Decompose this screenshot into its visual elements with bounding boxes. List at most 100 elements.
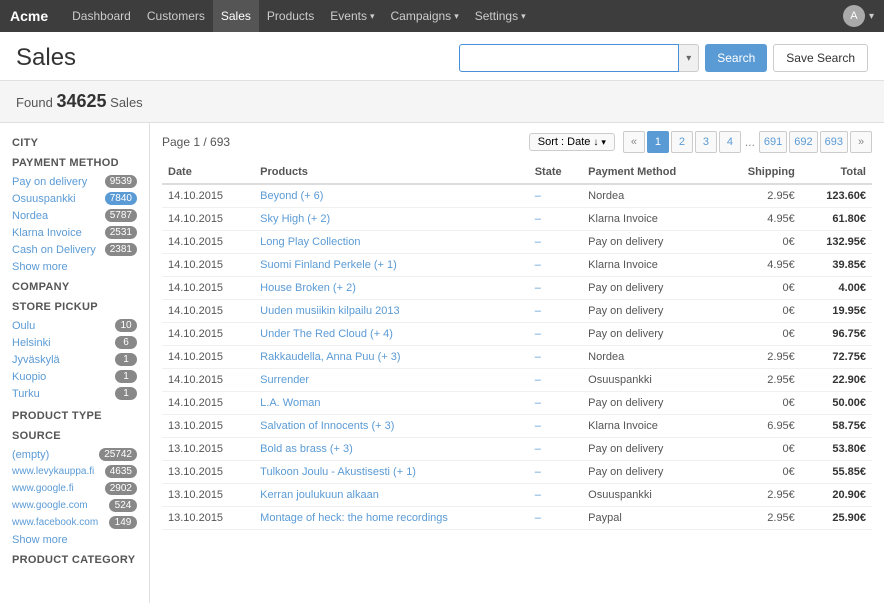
filter-item[interactable]: Osuuspankki 7840 bbox=[12, 190, 137, 207]
cell-state: – bbox=[529, 323, 582, 346]
table-row: 13.10.2015 Montage of heck: the home rec… bbox=[162, 507, 872, 530]
found-bar: Found 34625 Sales bbox=[0, 81, 884, 123]
filter-item[interactable]: Kuopio 1 bbox=[12, 368, 137, 385]
cell-payment: Pay on delivery bbox=[582, 277, 719, 300]
cell-state: – bbox=[529, 231, 582, 254]
table-row: 14.10.2015 Under The Red Cloud (+ 4) – P… bbox=[162, 323, 872, 346]
nav-item-products[interactable]: Products bbox=[259, 0, 322, 32]
filter-item[interactable]: Nordea 5787 bbox=[12, 207, 137, 224]
cell-product[interactable]: Tulkoon Joulu - Akustisesti (+ 1) bbox=[254, 461, 529, 484]
nav-item-campaigns[interactable]: Campaigns ▾ bbox=[382, 0, 466, 32]
filter-badge: 7840 bbox=[105, 192, 137, 205]
col-total: Total bbox=[801, 161, 872, 184]
filter-city-title: CITY bbox=[12, 137, 137, 149]
filter-item[interactable]: www.levykauppa.fi 4635 bbox=[12, 463, 137, 480]
page-692-button[interactable]: 692 bbox=[789, 131, 817, 153]
cell-payment: Pay on delivery bbox=[582, 461, 719, 484]
table-row: 14.10.2015 Rakkaudella, Anna Puu (+ 3) –… bbox=[162, 346, 872, 369]
search-area: ▾ Search Save Search bbox=[459, 44, 868, 72]
page-691-button[interactable]: 691 bbox=[759, 131, 787, 153]
filter-item[interactable]: Jyväskylä 1 bbox=[12, 351, 137, 368]
page-prev-button[interactable]: « bbox=[623, 131, 645, 153]
found-suffix: Sales bbox=[107, 95, 143, 110]
pagination-controls: « 1 2 3 4 ... 691 692 693 » bbox=[623, 131, 872, 153]
filter-group-product-category: PRODUCT CATEGORY bbox=[12, 554, 137, 566]
page-next-button[interactable]: » bbox=[850, 131, 872, 153]
save-search-button[interactable]: Save Search bbox=[773, 44, 868, 72]
filter-item[interactable]: www.google.com 524 bbox=[12, 497, 137, 514]
table-row: 14.10.2015 L.A. Woman – Pay on delivery … bbox=[162, 392, 872, 415]
filter-item[interactable]: Klarna Invoice 2531 bbox=[12, 224, 137, 241]
cell-product[interactable]: Bold as brass (+ 3) bbox=[254, 438, 529, 461]
nav-item-customers[interactable]: Customers bbox=[139, 0, 213, 32]
cell-product[interactable]: Under The Red Cloud (+ 4) bbox=[254, 323, 529, 346]
cell-product[interactable]: Long Play Collection bbox=[254, 231, 529, 254]
nav-brand[interactable]: Acme bbox=[10, 8, 48, 24]
payment-show-more[interactable]: Show more bbox=[12, 261, 137, 273]
cell-product[interactable]: Montage of heck: the home recordings bbox=[254, 507, 529, 530]
filter-item[interactable]: Helsinki 6 bbox=[12, 334, 137, 351]
found-prefix: Found bbox=[16, 95, 56, 110]
filter-badge: 1 bbox=[115, 370, 137, 383]
cell-product[interactable]: Suomi Finland Perkele (+ 1) bbox=[254, 254, 529, 277]
search-button[interactable]: Search bbox=[705, 44, 767, 72]
sort-dropdown-icon: ▾ bbox=[601, 137, 606, 148]
table-row: 13.10.2015 Salvation of Innocents (+ 3) … bbox=[162, 415, 872, 438]
filter-badge: 1 bbox=[115, 353, 137, 366]
page-4-button[interactable]: 4 bbox=[719, 131, 741, 153]
page-1-button[interactable]: 1 bbox=[647, 131, 669, 153]
cell-total: 20.90€ bbox=[801, 484, 872, 507]
filter-item[interactable]: (empty) 25742 bbox=[12, 446, 137, 463]
cell-state: – bbox=[529, 369, 582, 392]
cell-shipping: 0€ bbox=[720, 300, 801, 323]
nav-avatar-caret[interactable]: ▾ bbox=[869, 11, 874, 22]
cell-date: 13.10.2015 bbox=[162, 461, 254, 484]
nav-item-sales[interactable]: Sales bbox=[213, 0, 259, 32]
cell-product[interactable]: L.A. Woman bbox=[254, 392, 529, 415]
cell-product[interactable]: Rakkaudella, Anna Puu (+ 3) bbox=[254, 346, 529, 369]
sort-button[interactable]: Sort : Date ↓ ▾ bbox=[529, 133, 615, 151]
table-row: 13.10.2015 Bold as brass (+ 3) – Pay on … bbox=[162, 438, 872, 461]
source-show-more[interactable]: Show more bbox=[12, 534, 137, 546]
page-2-button[interactable]: 2 bbox=[671, 131, 693, 153]
cell-product[interactable]: Kerran joulukuun alkaan bbox=[254, 484, 529, 507]
table-row: 14.10.2015 Uuden musiikin kilpailu 2013 … bbox=[162, 300, 872, 323]
page-info: Page 1 / 693 bbox=[162, 135, 230, 149]
filter-group-product-type: PRODUCT TYPE bbox=[12, 410, 137, 422]
filter-badge: 2531 bbox=[105, 226, 137, 239]
caret-icon: ▾ bbox=[521, 11, 526, 22]
search-dropdown-button[interactable]: ▾ bbox=[679, 44, 699, 72]
cell-product[interactable]: Sky High (+ 2) bbox=[254, 208, 529, 231]
cell-product[interactable]: Surrender bbox=[254, 369, 529, 392]
page-3-button[interactable]: 3 bbox=[695, 131, 717, 153]
filter-item[interactable]: Cash on Delivery 2381 bbox=[12, 241, 137, 258]
cell-product[interactable]: Uuden musiikin kilpailu 2013 bbox=[254, 300, 529, 323]
filter-badge: 524 bbox=[109, 499, 137, 512]
filter-item[interactable]: Oulu 10 bbox=[12, 317, 137, 334]
filter-item[interactable]: www.google.fi 2902 bbox=[12, 480, 137, 497]
filter-item[interactable]: Turku 1 bbox=[12, 385, 137, 402]
cell-product[interactable]: Salvation of Innocents (+ 3) bbox=[254, 415, 529, 438]
cell-state: – bbox=[529, 208, 582, 231]
pagination-bar: Page 1 / 693 Sort : Date ↓ ▾ « 1 2 3 4 .… bbox=[162, 131, 872, 153]
sidebar: CITY PAYMENT METHOD Pay on delivery 9539… bbox=[0, 123, 150, 603]
nav-item-dashboard[interactable]: Dashboard bbox=[64, 0, 139, 32]
page-693-button[interactable]: 693 bbox=[820, 131, 848, 153]
col-state: State bbox=[529, 161, 582, 184]
table-row: 14.10.2015 House Broken (+ 2) – Pay on d… bbox=[162, 277, 872, 300]
nav-avatar[interactable]: A bbox=[843, 5, 865, 27]
cell-payment: Klarna Invoice bbox=[582, 254, 719, 277]
cell-shipping: 2.95€ bbox=[720, 346, 801, 369]
search-input[interactable] bbox=[459, 44, 679, 72]
cell-product[interactable]: House Broken (+ 2) bbox=[254, 277, 529, 300]
filter-item[interactable]: Pay on delivery 9539 bbox=[12, 173, 137, 190]
nav-item-events[interactable]: Events ▾ bbox=[322, 0, 382, 32]
nav-item-settings[interactable]: Settings ▾ bbox=[467, 0, 534, 32]
cell-state: – bbox=[529, 277, 582, 300]
cell-state: – bbox=[529, 392, 582, 415]
col-products: Products bbox=[254, 161, 529, 184]
filter-item[interactable]: www.facebook.com 149 bbox=[12, 514, 137, 531]
cell-total: 72.75€ bbox=[801, 346, 872, 369]
cell-product[interactable]: Beyond (+ 6) bbox=[254, 184, 529, 208]
filter-group-store: STORE PICKUP Oulu 10 Helsinki 6 Jyväskyl… bbox=[12, 301, 137, 402]
